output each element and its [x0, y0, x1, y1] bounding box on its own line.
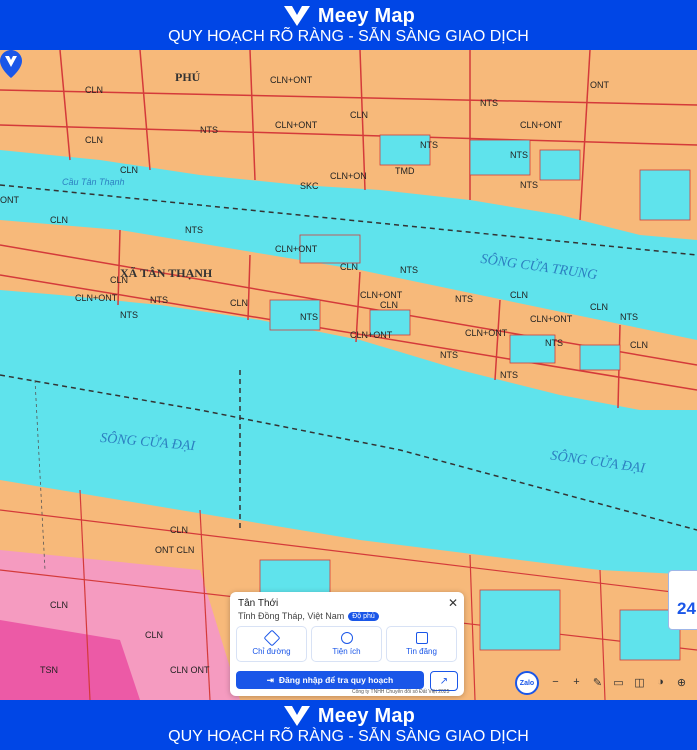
share-icon[interactable]: ↗	[430, 671, 458, 691]
amenities-button[interactable]: Tiện ích	[311, 626, 382, 662]
map-toolbar: − + ✎ ▭ ◫ ◑ ⊕	[545, 670, 697, 694]
meey-logo-icon	[283, 706, 310, 726]
zone-code-label: TMD	[395, 166, 415, 176]
listings-label: Tin đăng	[406, 647, 437, 656]
zoom-in-icon[interactable]: +	[566, 671, 587, 693]
location-pin-icon[interactable]	[0, 50, 22, 78]
town-label: PHÚ	[175, 70, 201, 84]
zone-code-label: NTS	[185, 225, 203, 235]
zone-code-label: NTS	[520, 180, 538, 190]
zone-code-label: TSN	[40, 665, 58, 675]
zalo-chat-button[interactable]: Zalo	[515, 671, 539, 695]
map-attribution: Công ty TNHH Chuyển đổi số Đất Việt 2025	[352, 689, 450, 695]
zone-code-label: NTS	[120, 310, 138, 320]
zone-code-label: NTS	[510, 150, 528, 160]
zone-code-label: CLN	[350, 110, 369, 120]
directions-icon	[263, 629, 280, 647]
brand-tagline: QUY HOẠCH RÕ RÀNG - SẴN SÀNG GIAO DỊCH	[168, 28, 529, 45]
amenities-label: Tiện ích	[332, 647, 361, 656]
zone-code-label: NTS	[545, 338, 563, 348]
zone-code-label: CLN+ONT	[275, 120, 318, 130]
amenities-icon	[340, 632, 353, 644]
footer-tagline: QUY HOẠCH RÕ RÀNG - SẴN SÀNG GIAO DỊCH	[168, 728, 529, 745]
zone-code-label: CLN	[230, 298, 249, 308]
location-title: Tân Thới	[238, 598, 279, 609]
header-bar: Meey Map QUY HOẠCH RÕ RÀNG - SẴN SÀNG GI…	[0, 0, 697, 50]
zone-code-label: CLN	[85, 135, 104, 145]
zone-code-label: NTS	[400, 265, 418, 275]
footer-brand: Meey Map	[282, 704, 415, 728]
zoom-out-icon[interactable]: −	[545, 671, 566, 693]
town-label: XÃ TÂN THẠNH	[120, 266, 213, 280]
zone-code-label: CLN+ONT	[465, 328, 508, 338]
zone-code-label: CLN	[170, 525, 189, 535]
listings-icon	[415, 632, 428, 644]
zone-code-label: CLN+ONT	[360, 290, 403, 300]
opacity-icon[interactable]: ◑	[650, 671, 671, 693]
zone-code-label: ONT	[0, 195, 19, 205]
zone-code-label: ONT	[590, 80, 609, 90]
footer-brand-name: Meey Map	[317, 704, 416, 727]
zone-code-label: CLN+ONT	[75, 293, 118, 303]
zone-code-label: CLN+ONT	[520, 120, 563, 130]
zone-code-label: NTS	[480, 98, 498, 108]
zone-code-label: SKC	[300, 181, 319, 191]
zone-code-label: CLN+ONT	[350, 330, 393, 340]
zone-code-label: CLN	[50, 215, 69, 225]
zone-code-label: CLN+ONT	[530, 314, 573, 324]
zone-code-label: CLN	[340, 262, 359, 272]
location-info-card: Tân Thới ✕ Tỉnh Đồng Tháp, Việt Nam Độ p…	[230, 592, 464, 696]
zone-code-label: NTS	[440, 350, 458, 360]
side-widget-number: 24	[677, 599, 696, 618]
listings-button[interactable]: Tin đăng	[386, 626, 457, 662]
zone-code-label: CLN ONT	[170, 665, 210, 675]
location-address: Tỉnh Đồng Tháp, Việt Nam	[238, 611, 345, 621]
meey-logo-icon	[283, 6, 310, 26]
login-icon: ⇥	[266, 674, 274, 685]
zone-code-label: CLN	[510, 290, 529, 300]
zone-code-label: CLN	[590, 302, 609, 312]
location-address-row: Tỉnh Đồng Tháp, Việt Nam Độ phủ	[238, 611, 379, 621]
brand-name: Meey Map	[317, 4, 416, 27]
zone-code-label: CLN	[380, 300, 399, 310]
zone-code-label: CLN	[50, 600, 69, 610]
coverage-badge[interactable]: Độ phủ	[348, 611, 379, 621]
zone-code-label: CLN+ONT	[275, 244, 318, 254]
bridge-label: Cầu Tân Thạnh	[62, 177, 125, 187]
directions-button[interactable]: Chỉ đường	[236, 626, 307, 662]
login-label: Đăng nhập để tra quy hoạch	[278, 675, 394, 685]
zone-code-label: CLN	[85, 85, 104, 95]
layer-icon[interactable]: ▭	[608, 671, 629, 693]
side-widget[interactable]: 24	[668, 570, 697, 630]
draw-icon[interactable]: ✎	[587, 671, 608, 693]
directions-label: Chỉ đường	[252, 647, 291, 656]
brand[interactable]: Meey Map	[282, 4, 415, 28]
zone-code-label: ONT CLN	[155, 545, 195, 555]
zone-code-label: CLN+ON	[330, 171, 367, 181]
zone-code-label: CLN	[145, 630, 164, 640]
zone-code-label: CLN	[630, 340, 649, 350]
split-view-icon[interactable]: ◫	[629, 671, 650, 693]
zone-code-label: CLN	[120, 165, 139, 175]
zone-code-label: NTS	[455, 294, 473, 304]
login-button[interactable]: ⇥ Đăng nhập để tra quy hoạch	[236, 671, 424, 689]
close-icon[interactable]: ✕	[448, 596, 458, 610]
zone-code-label: NTS	[300, 312, 318, 322]
zone-code-label: NTS	[200, 125, 218, 135]
footer-bar: Meey Map QUY HOẠCH RÕ RÀNG - SẴN SÀNG GI…	[0, 700, 697, 750]
locate-icon[interactable]: ⊕	[671, 671, 692, 693]
zone-code-label: NTS	[420, 140, 438, 150]
zone-code-label: CLN+ONT	[270, 75, 313, 85]
zone-code-label: CLN	[110, 275, 129, 285]
zone-code-label: NTS	[500, 370, 518, 380]
zone-code-label: NTS	[150, 295, 168, 305]
zone-code-label: NTS	[620, 312, 638, 322]
